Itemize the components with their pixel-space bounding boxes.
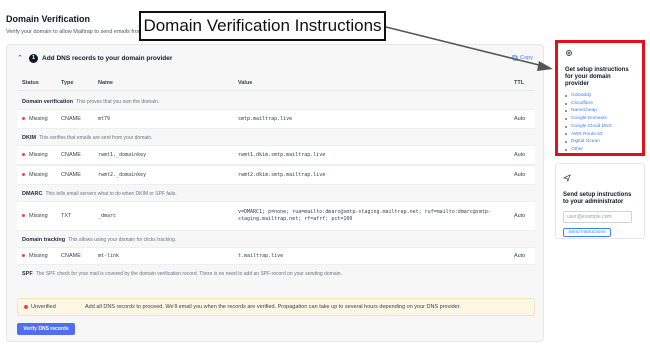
row-value[interactable]: smtp.mailtrap.live (238, 116, 514, 122)
copy-label: Copy (520, 55, 533, 61)
row-ttl: Auto (514, 172, 526, 178)
table-row: Missing CNAME rwmt1._domainkey rwmt1.dki… (17, 145, 535, 165)
missing-dot (22, 254, 25, 258)
section-title: Domain tracking (22, 237, 66, 243)
status-badge: Unverified (31, 304, 56, 310)
section-desc: The SPF check for your mail is covered b… (35, 271, 342, 277)
row-type: CNAME (61, 152, 81, 158)
provider-link-namecheap[interactable]: Namecheap (565, 107, 635, 115)
row-value-line: staging.mailtrap.net; rf=afrf; pct=100 (238, 216, 353, 222)
row-status: Missing (29, 253, 48, 259)
page-subtitle: Verify your domain to allow Mailtrap to … (6, 29, 143, 35)
verify-dns-button[interactable]: Verify DNS records (17, 323, 75, 335)
banner-message: Add all DNS records to proceed. We'll em… (85, 304, 461, 310)
callout-text: Domain Verification Instructions (143, 16, 382, 35)
missing-dot (22, 117, 25, 121)
row-ttl: Auto (514, 152, 526, 158)
row-type: CNAME (61, 253, 81, 259)
provider-link-godaddy[interactable]: GoDaddy (565, 92, 635, 100)
provider-link-aws-route-53[interactable]: AWS Route 53 (565, 131, 635, 139)
provider-link-cloudflare[interactable]: Cloudflare (565, 100, 635, 108)
section-desc: This tells email servers what to do when… (45, 191, 177, 197)
row-name[interactable]: rwmt1._domainkey (98, 152, 238, 158)
row-status: Missing (29, 152, 48, 158)
row-ttl: Auto (514, 213, 526, 219)
table-row: Missing CNAME mt79 smtp.mailtrap.live Au… (17, 109, 535, 129)
table-header: Status Type Name Value TTL (17, 75, 535, 91)
row-status: Missing (29, 172, 48, 178)
row-name[interactable]: mt-link (98, 253, 238, 259)
row-value[interactable]: t.mailtrap.live (238, 253, 514, 259)
section-desc: This proves that you own the domain. (76, 99, 160, 105)
verification-status-banner: Unverified Add all DNS records to procee… (17, 298, 535, 316)
provider-list: GoDaddy Cloudflare Namecheap Google Doma… (565, 92, 635, 154)
send-instructions-card: Send setup instructions to your administ… (555, 163, 645, 239)
step-badge: 1 (29, 53, 38, 63)
row-name[interactable]: rwmt2._domainkey (98, 172, 238, 178)
table-row: Missing TXT _dmarc v=DMARC1; p=none; rua… (17, 201, 535, 231)
row-value-line: v=DMARC1; p=none; rua=mailto:dmarc@smtp-… (238, 208, 491, 215)
page-title: Domain Verification (6, 14, 91, 24)
row-value[interactable]: rwmt1.dkim.smtp.mailtrap.live (238, 152, 514, 158)
row-type: CNAME (61, 172, 81, 178)
missing-dot (22, 173, 25, 177)
help-title: Get setup instructions for your domain p… (565, 67, 629, 87)
section-title: Domain verification (22, 99, 74, 105)
chevron-up-icon[interactable]: ⌃ (17, 54, 29, 62)
send-icon (563, 174, 571, 182)
row-ttl: Auto (514, 253, 526, 259)
section-dmarc: DMARC This tells email servers what to d… (17, 187, 535, 201)
provider-link-other[interactable]: Other (565, 146, 635, 154)
copy-icon (512, 55, 518, 61)
accordion-title: Add DNS records to your domain provider (42, 54, 173, 62)
send-title: Send setup instructions to your administ… (563, 192, 632, 205)
row-name[interactable]: _dmarc (98, 213, 238, 219)
section-dkim: DKIM This verifies that emails are sent … (17, 131, 535, 145)
gear-icon (566, 50, 572, 56)
provider-link-digital-ocean[interactable]: Digital Ocean (565, 138, 635, 146)
row-name[interactable]: mt79 (98, 116, 238, 122)
accordion-header[interactable]: ⌃ 1 Add DNS records to your domain provi… (17, 51, 533, 65)
section-domain-verification: Domain verification This proves that you… (17, 95, 535, 109)
dns-table: Status Type Name Value TTL Domain verifi… (17, 75, 535, 281)
provider-link-google-cloud-dns[interactable]: Google Cloud DNS (565, 123, 635, 131)
missing-dot (22, 153, 25, 157)
provider-link-google-domains[interactable]: Google Domains (565, 115, 635, 123)
row-type: CNAME (61, 116, 81, 122)
table-row: Missing CNAME mt-link t.mailtrap.live Au… (17, 247, 535, 265)
header-status: Status (22, 79, 39, 86)
section-desc: This verifies that emails are sent from … (39, 135, 153, 141)
section-spf: SPF The SPF check for your mail is cover… (17, 267, 535, 281)
section-desc: This allows using your domain for clicks… (68, 237, 177, 243)
row-type: TXT (61, 213, 72, 219)
section-title: DMARC (22, 191, 43, 197)
section-domain-tracking: Domain tracking This allows using your d… (17, 233, 535, 247)
header-type: Type (61, 79, 74, 86)
copy-button[interactable]: Copy (512, 55, 533, 61)
header-value: Value (238, 79, 253, 86)
dns-records-card: ⌃ 1 Add DNS records to your domain provi… (6, 44, 544, 342)
provider-instructions-card: Get setup instructions for your domain p… (555, 40, 645, 156)
row-ttl: Auto (514, 116, 526, 122)
section-title: DKIM (22, 135, 37, 141)
table-row: Missing CNAME rwmt2._domainkey rwmt2.dki… (17, 165, 535, 185)
unverified-dot (24, 305, 28, 309)
row-status: Missing (29, 116, 48, 122)
row-status: Missing (29, 213, 48, 219)
section-title: SPF (22, 271, 33, 277)
send-instructions-button[interactable]: Send Instructions (563, 228, 611, 237)
annotation-callout: Domain Verification Instructions (139, 11, 386, 41)
row-value[interactable]: v=DMARC1; p=none; rua=mailto:dmarc@smtp-… (238, 209, 514, 224)
row-value[interactable]: rwmt2.dkim.smtp.mailtrap.live (238, 172, 514, 178)
missing-dot (22, 214, 25, 218)
header-ttl: TTL (514, 79, 525, 86)
header-name: Name (98, 79, 113, 86)
email-field[interactable] (563, 211, 632, 223)
